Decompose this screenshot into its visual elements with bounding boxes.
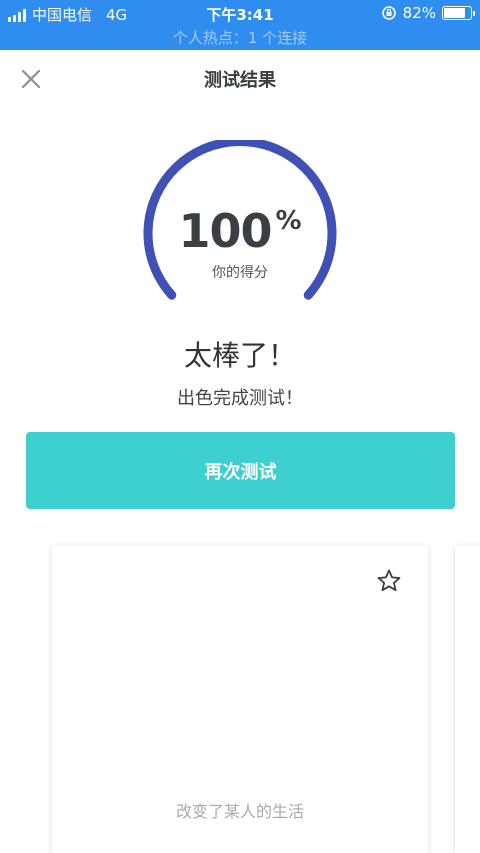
- favorite-button[interactable]: [376, 568, 402, 594]
- hotspot-bar[interactable]: 个人热点：1 个连接: [0, 26, 480, 50]
- battery-icon: [442, 6, 475, 20]
- rotation-lock-icon: [381, 6, 396, 20]
- battery-percent: 82%: [402, 4, 436, 22]
- score-unit: %: [275, 206, 302, 236]
- result-subline: 出色完成测试！: [177, 388, 303, 409]
- battery-fill: [444, 8, 465, 18]
- score-display: 100%: [0, 204, 480, 258]
- card-caption: 改变了某人的生活: [175, 802, 304, 821]
- star-outline-icon: [377, 569, 401, 592]
- score-value: 100: [178, 204, 272, 258]
- content-card[interactable]: 改变了某人的生活: [52, 546, 428, 853]
- result-headline: 太棒了！: [183, 339, 296, 372]
- retry-test-button[interactable]: 再次测试: [26, 432, 455, 509]
- page-title: 测试结果: [204, 70, 276, 91]
- score-label: 你的得分: [212, 265, 268, 281]
- status-bar: 中国电信 4G 下午3:41 82%: [0, 0, 480, 26]
- next-card-peek[interactable]: [455, 546, 480, 853]
- status-right: 82%: [381, 4, 475, 22]
